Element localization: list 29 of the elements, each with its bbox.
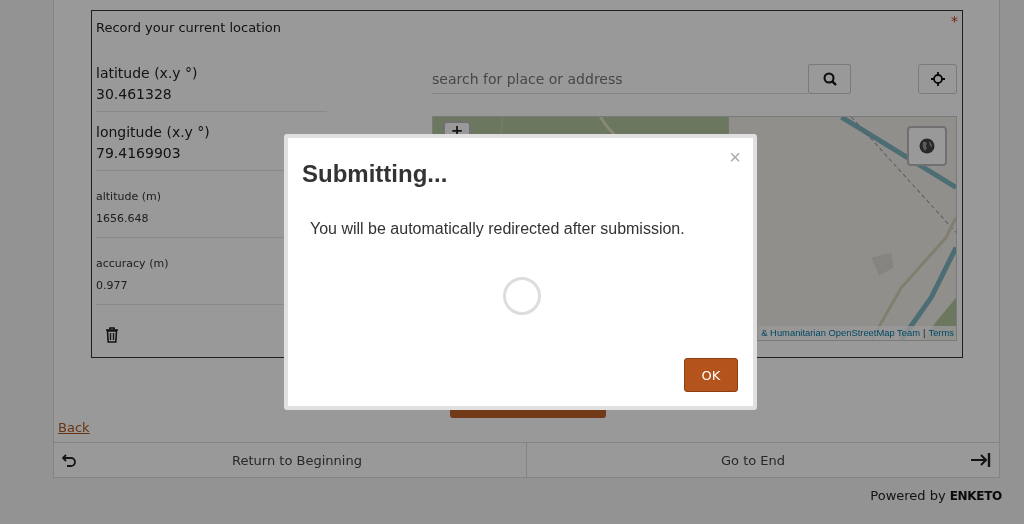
layers-button[interactable] <box>907 126 947 166</box>
search-icon <box>822 72 837 86</box>
search-button[interactable] <box>808 64 851 94</box>
powered-by-text: Powered by <box>870 488 946 503</box>
loading-spinner <box>502 276 542 316</box>
separator: | <box>923 326 926 340</box>
field-label: altitude (m) <box>96 189 162 205</box>
field-label: latitude (x.y °) <box>96 64 199 83</box>
back-link[interactable]: Back <box>58 420 90 439</box>
attribution-text: & Humanitarian OpenStreetMap Team <box>761 326 921 340</box>
terms-link[interactable]: Terms <box>928 326 954 340</box>
nav-button[interactable]: Return to Beginning <box>54 443 527 477</box>
trash-icon[interactable] <box>105 327 119 343</box>
field-value[interactable]: 30.461328 <box>96 84 327 105</box>
dialog-title: Submitting... <box>302 160 448 188</box>
crosshair-icon <box>930 72 945 86</box>
search-field[interactable]: search for place or address <box>432 64 808 94</box>
brand-logo: ENKETO <box>949 488 1002 503</box>
locate-button[interactable] <box>918 64 957 94</box>
globe-icon <box>919 138 935 154</box>
dialog-message: You will be automatically redirected after submission. <box>310 220 685 238</box>
undo-icon <box>62 453 76 467</box>
nav-button[interactable]: Go to End <box>527 443 999 477</box>
ok-button[interactable]: OK <box>684 358 738 392</box>
question-label: Record your current location <box>96 20 282 37</box>
arrow-to-end-icon <box>971 453 991 468</box>
required-mark: * <box>951 14 958 31</box>
field-label: longitude (x.y °) <box>96 123 211 142</box>
field-label: accuracy (m) <box>96 256 170 272</box>
